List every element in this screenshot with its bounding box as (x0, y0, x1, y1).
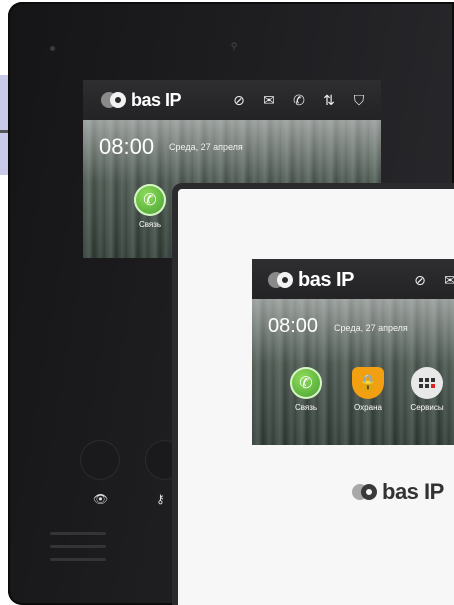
phone-icon: ✆ (290, 367, 322, 399)
phone-call-icon[interactable]: ✆ (291, 92, 307, 109)
sensor-icon: ⚲ (230, 41, 238, 51)
clock: 08:00 (99, 134, 155, 159)
app-guard[interactable]: 🔒 Охрана (348, 367, 388, 412)
view-button[interactable] (80, 440, 120, 480)
brand-logo: bas IP (101, 89, 182, 111)
status-bar: bas IP ⊘ ✉ (252, 259, 454, 301)
status-icons: ⊘ ✉ (412, 272, 454, 289)
logo-mark-icon (268, 272, 294, 288)
envelope-icon[interactable]: ✉ (261, 92, 277, 109)
shield-icon[interactable]: ⛉ (351, 92, 367, 109)
lock-shield-icon: 🔒 (352, 367, 384, 399)
do-not-disturb-icon[interactable]: ⊘ (231, 92, 247, 109)
app-call-label: Связь (294, 403, 318, 412)
app-call-label: Связь (138, 220, 162, 229)
app-services[interactable]: Сервисы (402, 367, 452, 412)
panel-brand-logo: bas IP (352, 479, 444, 505)
envelope-icon[interactable]: ✉ (442, 272, 454, 289)
camera-icon (50, 46, 55, 51)
app-call[interactable]: ✆ Связь (125, 184, 175, 229)
clock: 08:00 (268, 315, 319, 337)
logo-mark-icon (352, 484, 378, 500)
logo-mark-icon (101, 92, 127, 108)
key-icon: ⚷ (156, 492, 165, 506)
date-label: Среда, 27 апреля (334, 323, 408, 333)
app-services-label: Сервисы (410, 403, 444, 412)
speaker-grille-slot (50, 545, 106, 548)
app-guard-label: Охрана (354, 403, 382, 412)
grid-icon (411, 367, 443, 399)
transfer-icon[interactable]: ⇅ (321, 92, 337, 109)
status-bar: bas IP ⊘ ✉ ✆ ⇅ ⛉ (83, 80, 381, 120)
speaker-grille-slot (50, 532, 106, 535)
white-panel-screen[interactable]: bas IP ⊘ ✉ 08:00 Среда, 27 апреля ✆ Связ… (252, 259, 454, 445)
brand-name: bas IP (298, 268, 354, 291)
do-not-disturb-icon[interactable]: ⊘ (412, 272, 428, 289)
app-call[interactable]: ✆ Связь (286, 367, 326, 412)
brand-name: bas IP (131, 89, 182, 110)
brand-logo: bas IP (268, 269, 354, 292)
eye-icon: 👁 (93, 492, 109, 506)
brand-name: bas IP (382, 479, 444, 504)
speaker-grille-slot (50, 558, 106, 561)
white-intercom-panel: bas IP ⊘ ✉ 08:00 Среда, 27 апреля ✆ Связ… (172, 183, 454, 605)
status-icons: ⊘ ✉ ✆ ⇅ ⛉ (231, 92, 367, 109)
phone-icon: ✆ (134, 184, 166, 216)
date-label: Среда, 27 апреля (169, 142, 243, 152)
